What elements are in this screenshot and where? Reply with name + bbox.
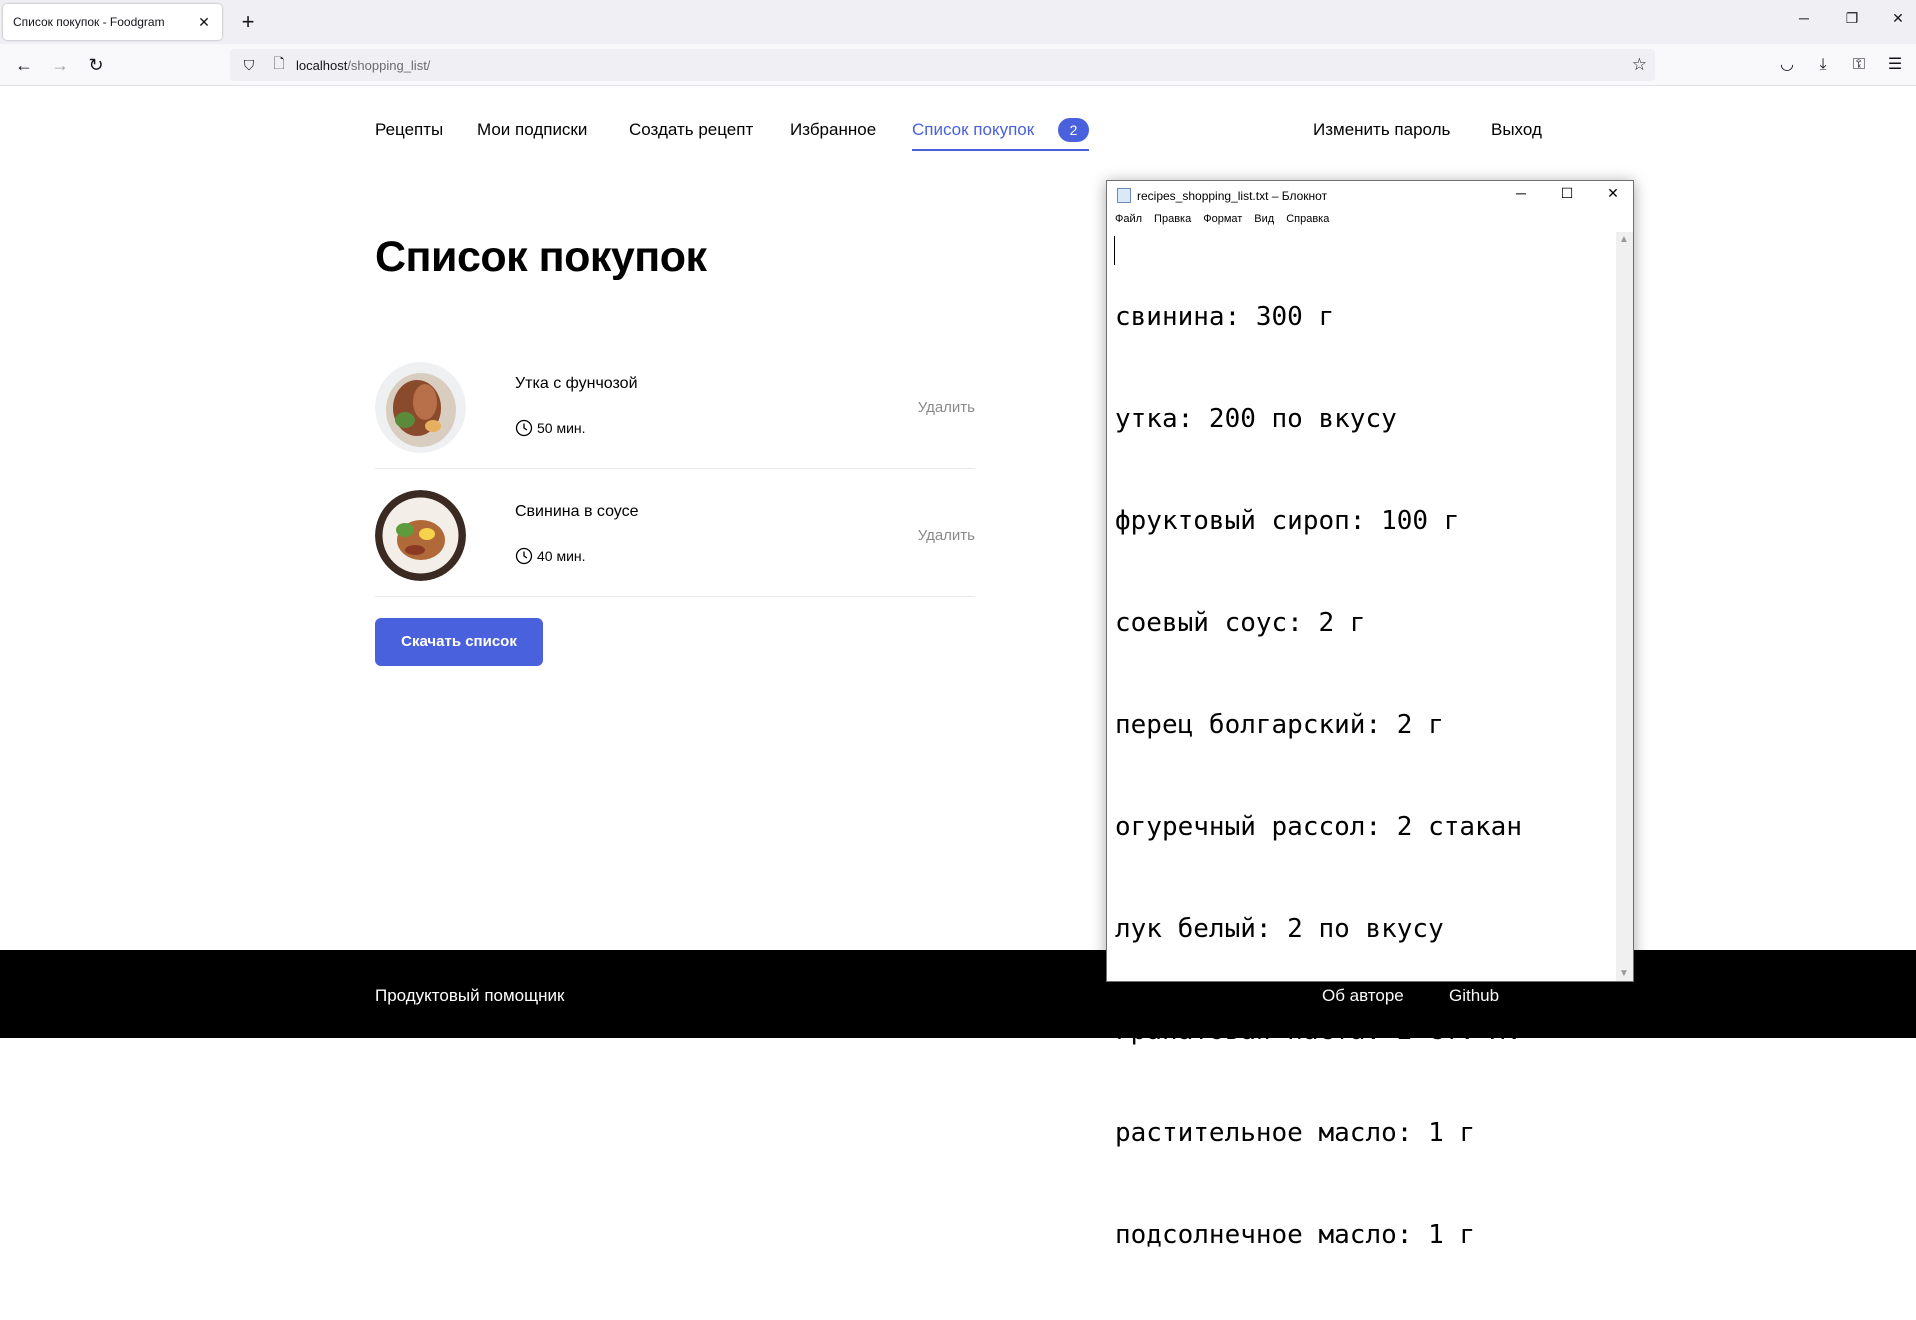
text-line: растительное масло: 1 г: [1115, 1118, 1476, 1148]
text-line: перец болгарский: 2 г: [1115, 710, 1444, 740]
remove-button[interactable]: Удалить: [918, 527, 975, 544]
menu-format[interactable]: Формат: [1203, 213, 1242, 233]
new-tab-button[interactable]: +: [236, 9, 260, 35]
scroll-down-icon[interactable]: ▼: [1619, 968, 1629, 979]
nav-favorites[interactable]: Избранное: [790, 120, 876, 140]
browser-navbar: ← → ↻ ⛉ 🗋 localhost/shopping_list/ ☆ ◡ ⤓…: [0, 44, 1916, 86]
url-host: localhost: [296, 57, 348, 73]
browser-tabbar: Список покупок - Foodgram ✕ + ─ ❐ ✕: [0, 0, 1916, 44]
notepad-minimize-icon[interactable]: ─: [1509, 185, 1533, 201]
extension-icon[interactable]: ⚿: [1846, 52, 1872, 78]
list-item: Свинина в соусе 40 мин. Удалить: [375, 469, 975, 597]
nav-subscriptions[interactable]: Мои подписки: [477, 120, 587, 140]
text-line: лук белый: 2 по вкусу: [1115, 914, 1444, 944]
page-icon: 🗋: [273, 55, 285, 71]
menu-edit[interactable]: Правка: [1154, 213, 1191, 233]
notepad-title: recipes_shopping_list.txt – Блокнот: [1137, 189, 1328, 203]
clock-icon: [515, 419, 533, 437]
footer-brand: Продуктовый помощник: [375, 986, 565, 1005]
notepad-file-icon: [1117, 188, 1131, 203]
reload-icon[interactable]: ↻: [82, 52, 110, 78]
nav-shopping-list[interactable]: Список покупок: [912, 120, 1034, 140]
notepad-scrollbar[interactable]: ▲ ▼: [1616, 232, 1633, 981]
page-title: Список покупок: [375, 233, 707, 281]
notepad-menubar: Файл Правка Формат Вид Справка: [1107, 213, 1333, 233]
tab-title: Список покупок - Foodgram: [13, 15, 165, 29]
back-icon[interactable]: ←: [10, 52, 38, 78]
recipe-name[interactable]: Свинина в соусе: [515, 503, 639, 521]
recipe-image: [375, 362, 466, 453]
recipe-time: 50 мин.: [515, 419, 586, 437]
menu-help[interactable]: Справка: [1286, 213, 1329, 233]
nav-create-recipe[interactable]: Создать рецепт: [629, 120, 753, 140]
download-icon[interactable]: ⤓: [1810, 52, 1836, 78]
text-line: подсолнечное масло: 1 г: [1115, 1220, 1476, 1250]
text-line: гранатовая паста: 2 ст. л.: [1115, 1016, 1522, 1046]
nav-recipes[interactable]: Рецепты: [375, 120, 443, 140]
window-close-icon[interactable]: ✕: [1888, 10, 1908, 27]
url-text[interactable]: localhost/shopping_list/: [296, 58, 430, 73]
text-line: свинина: 300 г: [1115, 302, 1335, 332]
menu-file[interactable]: Файл: [1115, 213, 1142, 233]
text-line: утка: 200 по вкусу: [1115, 404, 1397, 434]
notepad-close-icon[interactable]: ✕: [1601, 185, 1625, 202]
shield-icon[interactable]: ⛉: [238, 57, 260, 74]
url-bar[interactable]: ⛉ 🗋 localhost/shopping_list/ ☆: [230, 49, 1655, 81]
notepad-window[interactable]: recipes_shopping_list.txt – Блокнот ─ ☐ …: [1106, 180, 1634, 1250]
text-line: огуречный рассол: 2 стакан: [1115, 812, 1522, 842]
download-list-button[interactable]: Скачать список: [375, 618, 543, 666]
minimize-icon[interactable]: ─: [1794, 10, 1814, 26]
nav-change-password[interactable]: Изменить пароль: [1313, 120, 1450, 140]
shopping-count-badge: 2: [1058, 118, 1089, 142]
notepad-text-area[interactable]: свинина: 300 г утка: 200 по вкусу фрукто…: [1115, 232, 1615, 1250]
notepad-titlebar[interactable]: recipes_shopping_list.txt – Блокнот ─ ☐ …: [1107, 181, 1633, 209]
scroll-up-icon[interactable]: ▲: [1619, 234, 1629, 245]
recipe-time: 40 мин.: [515, 547, 586, 565]
url-path: /shopping_list/: [347, 57, 431, 73]
recipe-image: [375, 490, 466, 581]
pocket-icon[interactable]: ◡: [1774, 52, 1800, 78]
remove-button[interactable]: Удалить: [918, 399, 975, 416]
menu-icon[interactable]: ☰: [1882, 52, 1908, 78]
recipe-time-text: 40 мин.: [537, 548, 586, 564]
nav-logout[interactable]: Выход: [1491, 120, 1542, 140]
active-tab-underline: [912, 149, 1089, 151]
notepad-maximize-icon[interactable]: ☐: [1555, 185, 1579, 202]
forward-icon[interactable]: →: [46, 52, 74, 78]
browser-tab[interactable]: Список покупок - Foodgram ✕: [3, 4, 222, 40]
recipe-name[interactable]: Утка с фунчозой: [515, 375, 638, 393]
restore-icon[interactable]: ❐: [1842, 10, 1862, 27]
recipe-time-text: 50 мин.: [537, 420, 586, 436]
tab-close-icon[interactable]: ✕: [196, 14, 212, 31]
clock-icon: [515, 547, 533, 565]
text-line: фруктовый сироп: 100 г: [1115, 506, 1460, 536]
menu-view[interactable]: Вид: [1254, 213, 1274, 233]
list-item: Утка с фунчозой 50 мин. Удалить: [375, 341, 975, 469]
text-line: соевый соус: 2 г: [1115, 608, 1366, 638]
bookmark-star-icon[interactable]: ☆: [1632, 55, 1647, 75]
